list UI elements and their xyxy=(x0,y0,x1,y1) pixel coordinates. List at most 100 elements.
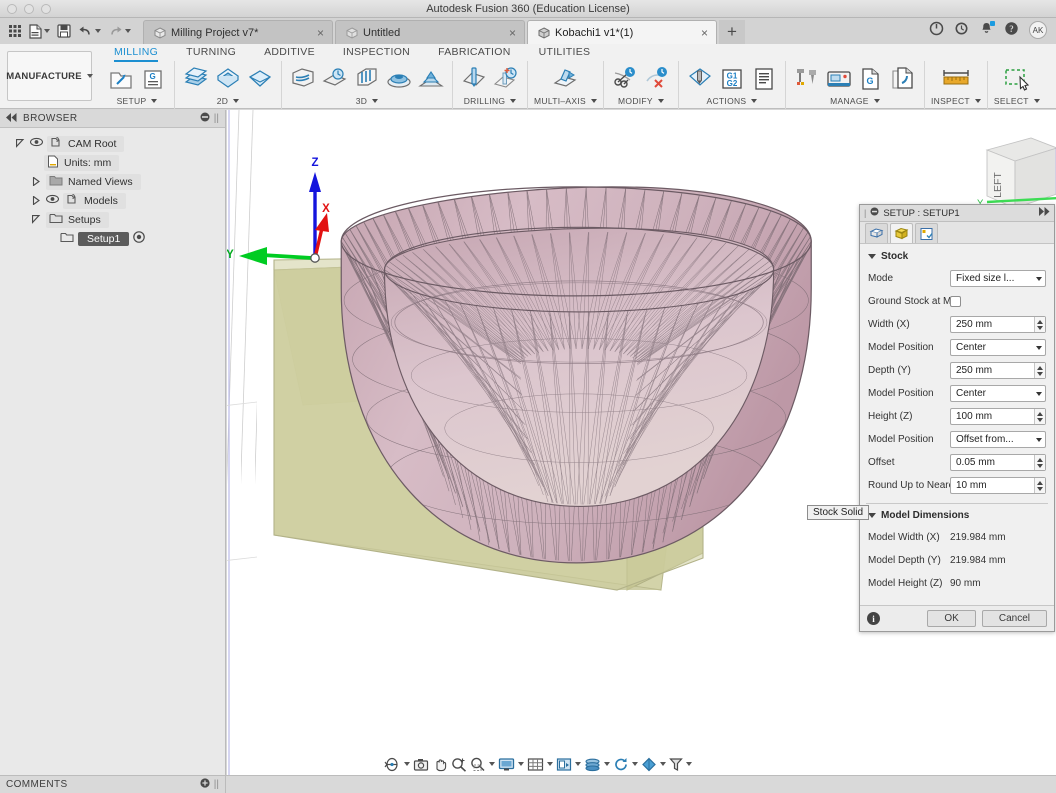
save-icon[interactable] xyxy=(55,20,73,42)
job-status-icon[interactable] xyxy=(929,21,944,39)
look-at-icon[interactable] xyxy=(412,757,430,772)
tree-item-cam-root[interactable]: CAM Root xyxy=(4,134,225,153)
undo-icon[interactable] xyxy=(76,20,103,42)
ribbon-tab-inspection[interactable]: INSPECTION xyxy=(329,44,424,61)
close-icon[interactable]: × xyxy=(499,27,516,39)
chevron-down-icon[interactable] xyxy=(1036,345,1042,350)
new-folder-g-icon[interactable]: G xyxy=(138,63,168,94)
zoom-window-icon[interactable] xyxy=(469,757,496,772)
model-position-z-select[interactable]: Offset from... xyxy=(950,431,1046,448)
chevron-down-icon[interactable] xyxy=(974,98,981,103)
chevron-down-icon[interactable] xyxy=(660,762,666,766)
close-icon[interactable]: × xyxy=(691,27,708,39)
chevron-down-icon[interactable] xyxy=(751,98,758,103)
chevron-down-icon[interactable] xyxy=(1036,437,1042,442)
tree-chip[interactable]: Named Views xyxy=(46,173,141,190)
adaptive-clearing-icon[interactable] xyxy=(245,63,275,94)
scallop-icon[interactable] xyxy=(384,63,414,94)
visibility-eye-icon[interactable] xyxy=(29,137,44,150)
chevron-down-icon[interactable] xyxy=(233,98,240,103)
setup-sheet-icon[interactable] xyxy=(749,63,779,94)
tree-item-models[interactable]: Models xyxy=(4,191,225,210)
close-icon[interactable]: × xyxy=(307,27,324,39)
simulate-icon[interactable] xyxy=(685,63,715,94)
appearance-icon[interactable] xyxy=(640,757,667,772)
tree-item-label[interactable]: Setup1 xyxy=(78,231,130,246)
setup-icon[interactable] xyxy=(106,63,136,94)
cancel-button[interactable]: Cancel xyxy=(981,610,1047,627)
adaptive-3d-icon[interactable] xyxy=(288,63,318,94)
refresh-icon[interactable] xyxy=(612,757,639,772)
panel-resize-handle[interactable]: || xyxy=(214,113,219,124)
drill-icon[interactable] xyxy=(459,63,489,94)
pocket-clearing-icon[interactable] xyxy=(320,63,350,94)
chevron-down-icon[interactable] xyxy=(95,29,101,33)
chevron-down-icon[interactable] xyxy=(590,98,597,103)
chevron-down-icon[interactable] xyxy=(547,762,553,766)
chevron-down-icon[interactable] xyxy=(44,29,50,33)
select-window-icon[interactable] xyxy=(1002,63,1032,94)
parallel-icon[interactable] xyxy=(352,63,382,94)
new-document-icon[interactable] xyxy=(27,20,52,42)
width-x-input[interactable]: 250 mm xyxy=(950,316,1046,333)
help-icon[interactable]: ? xyxy=(1004,21,1019,39)
chevron-down-icon[interactable] xyxy=(1036,391,1042,396)
face-icon[interactable] xyxy=(181,63,211,94)
pocket-icon[interactable] xyxy=(213,63,243,94)
window-controls[interactable] xyxy=(7,4,51,14)
chevron-down-icon[interactable] xyxy=(489,762,495,766)
recent-icon[interactable] xyxy=(954,21,969,39)
chevron-down-icon[interactable] xyxy=(873,98,880,103)
tree-chip[interactable]: Setups xyxy=(46,211,109,228)
chevron-down-icon[interactable] xyxy=(86,74,93,78)
setup-active-icon[interactable] xyxy=(133,231,146,246)
stock-section-title[interactable]: Stock xyxy=(860,247,1054,267)
maximize-window-button[interactable] xyxy=(41,4,51,14)
setup-tab-icon[interactable] xyxy=(865,223,888,243)
depth-y-input[interactable]: 250 mm xyxy=(950,362,1046,379)
chevron-down-icon[interactable] xyxy=(575,762,581,766)
twisty-right-icon[interactable] xyxy=(30,177,42,186)
chevron-down-icon[interactable] xyxy=(868,254,876,259)
zoom-icon[interactable] xyxy=(450,757,468,772)
tree-chip[interactable]: CAM Root xyxy=(47,135,125,152)
round-up-input[interactable]: 10 mm xyxy=(950,477,1046,494)
redo-icon[interactable] xyxy=(106,20,133,42)
machine-library-icon[interactable] xyxy=(824,63,854,94)
collapse-panel-icon[interactable] xyxy=(6,112,17,125)
delete-toolpath-icon[interactable] xyxy=(642,63,672,94)
chevron-down-icon[interactable] xyxy=(151,98,158,103)
stepper[interactable] xyxy=(1034,317,1045,332)
visibility-eye-icon[interactable] xyxy=(45,194,60,207)
spiral-icon[interactable] xyxy=(416,63,446,94)
multi-axis-icon[interactable] xyxy=(550,63,580,94)
notifications-icon[interactable] xyxy=(979,21,995,39)
stepper[interactable] xyxy=(1034,455,1045,470)
offset-input[interactable]: 0.05 mm xyxy=(950,454,1046,471)
dialog-collapse-icon[interactable] xyxy=(870,207,879,219)
chevron-down-icon[interactable] xyxy=(510,98,517,103)
chevron-down-icon[interactable] xyxy=(868,513,876,518)
stepper[interactable] xyxy=(1034,478,1045,493)
ribbon-tab-utilities[interactable]: UTILITIES xyxy=(525,44,605,61)
workspace-selector[interactable]: MANUFACTURE xyxy=(6,51,93,101)
chevron-down-icon[interactable] xyxy=(604,762,610,766)
orbit-icon[interactable] xyxy=(383,757,411,772)
post-process-g1g2-icon[interactable]: G1 G2 xyxy=(717,63,747,94)
info-icon[interactable]: i xyxy=(867,612,880,625)
tree-item-setup1[interactable]: Setup1 xyxy=(4,229,225,248)
ribbon-tab-additive[interactable]: ADDITIVE xyxy=(250,44,329,61)
measure-icon[interactable] xyxy=(941,63,971,94)
viewports-icon[interactable] xyxy=(555,757,582,772)
ground-stock-checkbox[interactable] xyxy=(950,296,961,307)
chevron-down-icon[interactable] xyxy=(1033,98,1040,103)
browser-options-icon[interactable] xyxy=(200,112,210,125)
chevron-down-icon[interactable] xyxy=(1036,276,1042,281)
bore-icon[interactable] xyxy=(491,63,521,94)
avatar[interactable]: AK xyxy=(1029,21,1047,39)
post-process-tab-icon[interactable] xyxy=(915,223,938,243)
tool-library-icon[interactable] xyxy=(792,63,822,94)
chevron-down-icon[interactable] xyxy=(404,762,410,766)
mode-select[interactable]: Fixed size l... xyxy=(950,270,1046,287)
ribbon-tab-fabrication[interactable]: FABRICATION xyxy=(424,44,525,61)
